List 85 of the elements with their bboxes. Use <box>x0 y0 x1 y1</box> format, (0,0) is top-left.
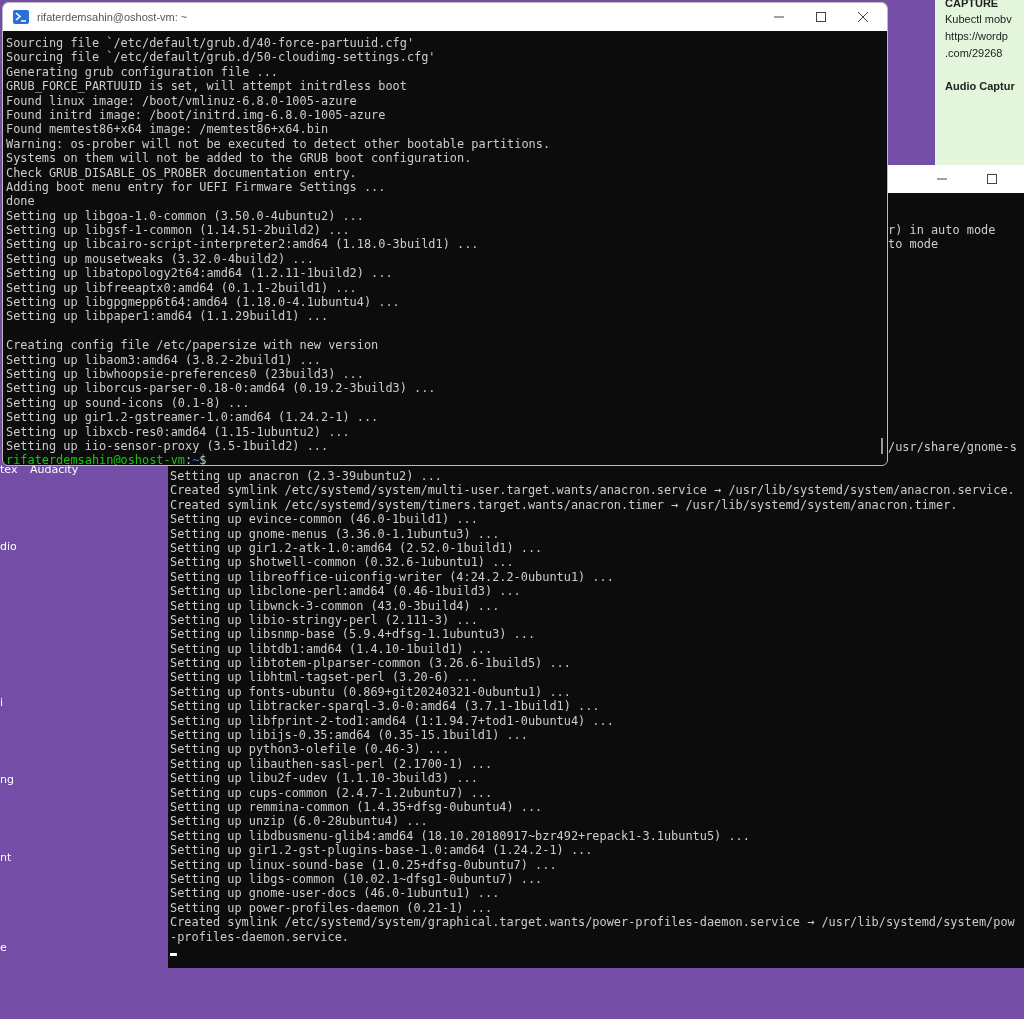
close-icon[interactable] <box>857 11 869 23</box>
terminal-line: Generating grub configuration file ... <box>6 64 279 80</box>
terminal-line: Setting up libaom3:amd64 (3.8.2-2build1) ... <box>6 352 321 367</box>
terminal-line: Systems on them will not be added to the GRUB boot configuration. <box>6 151 472 166</box>
terminal-line: /usr/share/gnome-s <box>888 440 1017 455</box>
terminal-line: Setting up libhtml-tagset-perl (3.20-6) ... <box>170 670 478 685</box>
terminal-line: Setting up libauthen-sasl-perl (2.1700-1) ... <box>170 756 493 772</box>
terminal-line: Found initrd image: /boot/initrd.img-6.8.0-1005-azure <box>6 107 386 123</box>
note-heading: Audio Captur <box>945 79 1016 94</box>
terminal-line: -profiles-daemon.service. <box>170 929 349 944</box>
terminal-line: Setting up libtdb1:amd64 (1.4.10-1build1) ... <box>170 641 493 657</box>
terminal-line: Sourcing file `/etc/default/grub.d/50-cloudimg-settings.cfg' <box>6 50 436 65</box>
terminal-line: Setting up sound-icons (0.1-8) ... <box>6 395 250 411</box>
note-heading: CAPTURE <box>945 0 1000 11</box>
terminal-line: to mode <box>888 237 939 252</box>
terminal-line: Created symlink /etc/systemd/system/timers.target.wants/anacron.timer → /usr/lib/systemd/system/anacron.timer. <box>170 497 958 513</box>
desktop-icon-label[interactable]: i <box>0 696 4 709</box>
terminal-line: Setting up power-profiles-daemon (0.21-1) ... <box>170 900 493 916</box>
terminal-line: Setting up cups-common (2.4.7-1.2ubuntu7) ... <box>170 785 493 800</box>
note-text: .com/29268 <box>945 46 1004 61</box>
terminal-line: Sourcing file `/etc/default/grub.d/40-force-partuuid.cfg' <box>6 36 415 51</box>
terminal-icon <box>13 10 29 24</box>
terminal-line: done <box>6 194 35 209</box>
terminal-line: Setting up libdbusmenu-glib4:amd64 (18.10.20180917~bzr492+repack1-3.1ubuntu5) ... <box>170 828 750 844</box>
window-title: rifaterdemsahin@oshost-vm: ~ <box>37 11 188 23</box>
terminal-line: Setting up linux-sound-base (1.0.25+dfsg-0ubuntu7) ... <box>170 857 557 872</box>
maximize-icon[interactable] <box>815 11 827 23</box>
terminal-line: Setting up libtracker-sparql-3.0-0:amd64 (3.7.1-1build1) ... <box>170 699 600 714</box>
terminal-line: Setting up libclone-perl:amd64 (0.46-1build3) ... <box>170 584 521 599</box>
terminal-line: Setting up libijs-0.35:amd64 (0.35-15.1build1) ... <box>170 728 528 743</box>
text-cursor <box>170 952 177 956</box>
terminal-line: Created symlink /etc/systemd/system/graphical.target.wants/power-profiles-daemon.service → /usr/lib/systemd/system/pow <box>170 915 1015 930</box>
desktop-icon-label[interactable]: ng <box>0 773 14 786</box>
terminal-line: Setting up gnome-user-docs (46.0-1ubuntu1) ... <box>170 886 500 901</box>
terminal-line: Found memtest86+x64 image: /memtest86+x64.bin <box>6 122 329 137</box>
terminal-line: Setting up libfprint-2-tod1:amd64 (1:1.94.7+tod1-0ubuntu4) ... <box>170 713 614 729</box>
desktop-icon-label[interactable]: tex <box>0 463 18 476</box>
terminal-line: GRUB_FORCE_PARTUUID is set, will attempt initrdless boot <box>6 79 407 94</box>
note-text: Kubectl mobv <box>945 12 1013 27</box>
terminal-line: Setting up remmina-common (1.4.35+dfsg-0ubuntu4) ... <box>170 800 543 815</box>
terminal-line: Setting up evince-common (46.0-1build1) ... <box>170 512 478 527</box>
terminal-line: Setting up libxcb-res0:amd64 (1.15-1ubuntu2) ... <box>6 424 350 439</box>
desktop-icon-label[interactable]: Audacity <box>30 463 79 476</box>
terminal-line: Setting up libwhoopsie-preferences0 (23build3) ... <box>6 367 364 382</box>
scrollbar-thumb[interactable] <box>881 437 883 454</box>
terminal-line: Setting up iio-sensor-proxy (3.5-1build2) ... <box>6 438 329 454</box>
terminal-line: Creating config file /etc/papersize with new version <box>6 338 379 353</box>
terminal-line: Found linux image: /boot/vmlinuz-6.8.0-1005-azure <box>6 93 357 108</box>
terminal-line: Setting up libsnmp-base (5.9.4+dfsg-1.1ubuntu3) ... <box>170 627 536 642</box>
terminal-line: Setting up fonts-ubuntu (0.869+git20240321-0ubuntu1) ... <box>170 684 571 700</box>
terminal-line: Setting up libgsf-1-common (1.14.51-2build2) ... <box>6 223 350 238</box>
terminal-line: Setting up libreoffice-uiconfig-writer (4:24.2.2-0ubuntu1) ... <box>170 569 614 585</box>
terminal-line: Setting up libu2f-udev (1.1.10-3build3) ... <box>170 771 478 786</box>
terminal-line: Setting up mousetweaks (3.32.0-4build2) ... <box>6 251 314 267</box>
terminal-line: Setting up libcairo-script-interpreter2:amd64 (1.18.0-3build1) ... <box>6 237 479 252</box>
terminal-line: Setting up gnome-menus (3.36.0-1.1ubuntu3) ... <box>170 526 500 541</box>
desktop-icon-label[interactable]: e <box>0 941 7 954</box>
maximize-icon[interactable] <box>986 173 998 185</box>
desktop-icon-label[interactable]: nt <box>0 851 12 864</box>
desktop-icon-label[interactable]: dio <box>0 540 17 553</box>
terminal-line: Created symlink /etc/systemd/system/multi-user.target.wants/anacron.service → /usr/lib/systemd/system/anacron.service. <box>170 483 1015 498</box>
terminal-line: Setting up libgoa-1.0-common (3.50.0-4ubuntu2) ... <box>6 208 364 224</box>
prompt-separator: : <box>185 453 193 465</box>
terminal-line: Setting up liborcus-parser-0.18-0:amd64 (0.19.2-3build3) ... <box>6 381 436 396</box>
terminal-line: Warning: os-prober will not be executed to detect other bootable partitions. <box>6 136 551 152</box>
terminal-line: Setting up unzip (6.0-28ubuntu4) ... <box>170 814 428 829</box>
terminal-line: Setting up gir1.2-gst-plugins-base-1.0:amd64 (1.24.2-1) ... <box>170 843 593 858</box>
terminal-line: Setting up libfreeaptx0:amd64 (0.1.1-2build1) ... <box>6 280 357 296</box>
note-text: https://wordp <box>945 29 1009 44</box>
terminal-line: Setting up libwnck-3-common (43.0-3build4) ... <box>170 598 500 613</box>
terminal-line: Setting up libgs-common (10.02.1~dfsg1-0ubuntu7) ... <box>170 871 543 887</box>
terminal-line: Setting up libpaper1:amd64 (1.1.29build1) ... <box>6 309 329 324</box>
terminal-line: Setting up shotwell-common (0.32.6-1ubuntu1) ... <box>170 555 514 570</box>
terminal-line: Check GRUB_DISABLE_OS_PROBER documentation entry. <box>6 165 357 180</box>
terminal-line: Setting up libgpgmepp6t64:amd64 (1.18.0-4.1ubuntu4) ... <box>6 295 400 310</box>
terminal-line: Setting up libtotem-plparser-common (3.26.6-1build5) ... <box>170 656 571 671</box>
terminal-line: Setting up gir1.2-gstreamer-1.0:amd64 (1.24.2-1) ... <box>6 410 379 425</box>
terminal-line: Setting up libatopology2t64:amd64 (1.2.11-1build2) ... <box>6 266 393 281</box>
terminal-line: r) in auto mode <box>888 223 996 238</box>
terminal-line: Setting up libio-stringy-perl (2.111-3) ... <box>170 612 478 628</box>
terminal-line: Adding boot menu entry for UEFI Firmware Settings ... <box>6 179 386 195</box>
terminal-line: Setting up gir1.2-atk-1.0:amd64 (2.52.0-1build1) ... <box>170 540 543 556</box>
terminal-line: Setting up python3-olefile (0.46-3) ... <box>170 742 450 757</box>
prompt-path: ~ <box>192 453 200 465</box>
terminal-line: Setting up anacron (2.3-39ubuntu2) ... <box>170 469 443 484</box>
